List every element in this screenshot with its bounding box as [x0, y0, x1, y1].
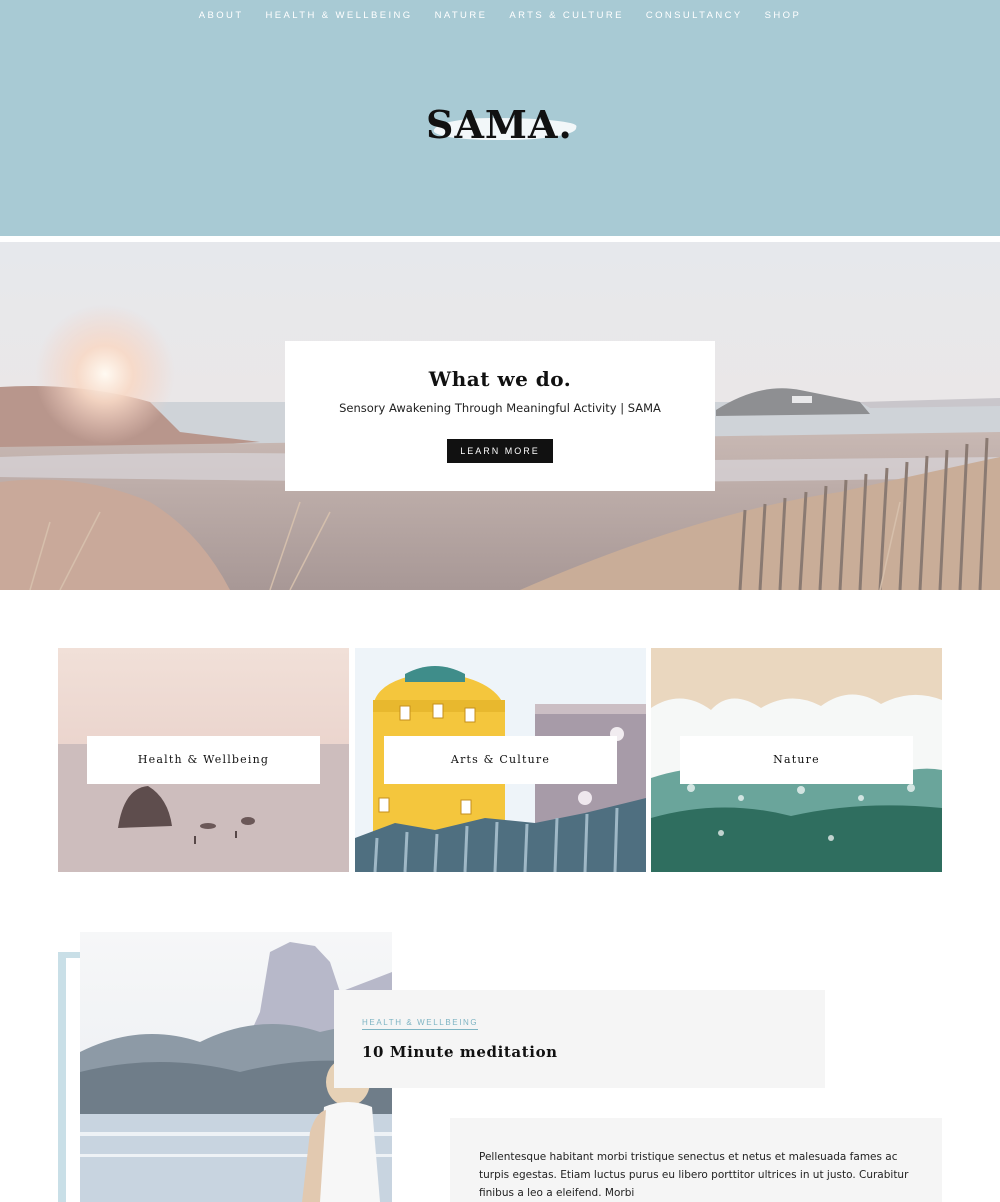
tile-nature[interactable]: Nature — [651, 648, 942, 872]
nav-item-consultancy[interactable]: CONSULTANCY — [646, 10, 743, 21]
nav-item-arts-culture[interactable]: ARTS & CULTURE — [509, 10, 624, 21]
main-nav: ABOUT HEALTH & WELLBEING NATURE ARTS & C… — [0, 10, 1000, 21]
hero-banner: What we do. Sensory Awakening Through Me… — [0, 242, 1000, 590]
logo-text: SAMA. — [426, 102, 573, 147]
category-tiles: Health & Wellbeing Arts & Culture Nature — [58, 648, 942, 872]
tile-label: Nature — [680, 736, 913, 784]
hero-title: What we do. — [428, 367, 572, 391]
nav-item-health-wellbeing[interactable]: HEALTH & WELLBEING — [266, 10, 413, 21]
nav-item-nature[interactable]: NATURE — [435, 10, 488, 21]
feature-category-link[interactable]: HEALTH & WELLBEING — [362, 1018, 479, 1030]
nav-item-about[interactable]: ABOUT — [199, 10, 244, 21]
tile-arts-culture[interactable]: Arts & Culture — [355, 648, 646, 872]
feature-title[interactable]: 10 Minute meditation — [362, 1043, 558, 1061]
feature-excerpt: Pellentesque habitant morbi tristique se… — [450, 1118, 942, 1202]
hero-subtitle: Sensory Awakening Through Meaningful Act… — [339, 401, 661, 415]
nav-item-shop[interactable]: SHOP — [765, 10, 802, 21]
feature-accent-tab — [58, 952, 80, 958]
site-logo[interactable]: SAMA. — [426, 100, 586, 150]
learn-more-button[interactable]: LEARN MORE — [447, 439, 553, 463]
hero-card: What we do. Sensory Awakening Through Me… — [285, 341, 715, 491]
tile-label: Health & Wellbeing — [87, 736, 320, 784]
tile-label: Arts & Culture — [384, 736, 617, 784]
feature-excerpt-text: Pellentesque habitant morbi tristique se… — [479, 1151, 909, 1199]
site-header: ABOUT HEALTH & WELLBEING NATURE ARTS & C… — [0, 0, 1000, 236]
tile-health-wellbeing[interactable]: Health & Wellbeing — [58, 648, 349, 872]
feature-accent-bar — [58, 952, 66, 1202]
feature-card: HEALTH & WELLBEING 10 Minute meditation — [334, 990, 825, 1088]
